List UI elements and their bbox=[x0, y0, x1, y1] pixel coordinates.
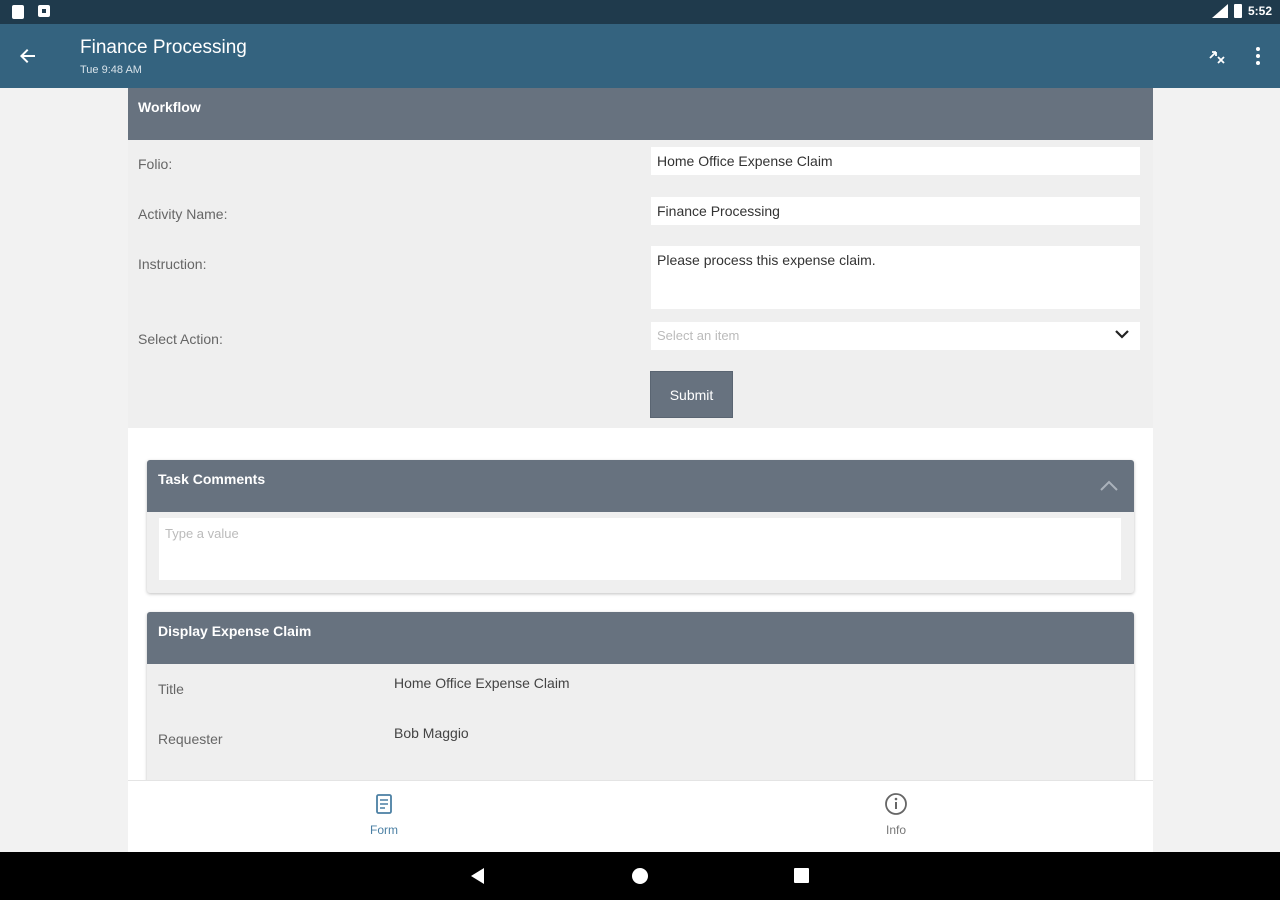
more-vert-icon bbox=[1256, 47, 1260, 65]
submit-button[interactable]: Submit bbox=[650, 371, 733, 418]
form-icon bbox=[376, 794, 392, 814]
form-content[interactable]: Workflow Folio: Home Office Expense Clai… bbox=[128, 88, 1153, 780]
task-comments-header[interactable]: Task Comments bbox=[147, 460, 1134, 512]
nav-label-form: Form bbox=[370, 823, 398, 837]
requester-value: Bob Maggio bbox=[394, 725, 469, 741]
task-comments-title: Task Comments bbox=[158, 471, 266, 487]
select-action-label: Select Action: bbox=[138, 331, 223, 347]
nav-item-info[interactable]: Info bbox=[836, 781, 956, 853]
info-icon bbox=[885, 793, 907, 815]
expense-claim-header: Display Expense Claim bbox=[147, 612, 1134, 664]
task-comments-card: Task Comments Type a value bbox=[147, 460, 1134, 593]
system-home-icon[interactable] bbox=[630, 866, 650, 886]
activity-name-label: Activity Name: bbox=[138, 206, 228, 222]
instruction-label: Instruction: bbox=[138, 256, 207, 272]
workflow-header: Workflow bbox=[128, 88, 1153, 140]
folio-label: Folio: bbox=[138, 156, 173, 172]
notification-icon bbox=[38, 5, 50, 17]
bottom-navigation: Form Info bbox=[128, 780, 1153, 852]
instruction-field[interactable]: Please process this expense claim. bbox=[651, 246, 1140, 309]
expense-claim-title: Display Expense Claim bbox=[158, 623, 312, 639]
more-options-button[interactable] bbox=[1244, 42, 1272, 70]
select-action-dropdown[interactable]: Select an item bbox=[651, 322, 1140, 350]
page-subtitle: Tue 9:48 AM bbox=[80, 64, 142, 76]
workflow-button[interactable] bbox=[1203, 42, 1231, 70]
chevron-up-icon[interactable] bbox=[1098, 476, 1120, 498]
back-arrow-icon bbox=[20, 49, 35, 63]
workflow-panel: Workflow Folio: Home Office Expense Clai… bbox=[128, 88, 1153, 428]
status-bar: 5:52 bbox=[0, 0, 1280, 24]
battery-icon bbox=[1233, 4, 1242, 18]
title-label: Title bbox=[158, 681, 184, 697]
system-back-icon[interactable] bbox=[468, 866, 488, 886]
status-time: 5:52 bbox=[1247, 4, 1272, 18]
back-button[interactable] bbox=[12, 40, 44, 72]
chevron-down-icon bbox=[1115, 330, 1129, 339]
activity-name-field[interactable]: Finance Processing bbox=[651, 197, 1140, 225]
system-navigation-bar bbox=[0, 852, 1280, 900]
title-value: Home Office Expense Claim bbox=[394, 675, 570, 691]
app-bar: Finance Processing Tue 9:48 AM bbox=[0, 24, 1280, 88]
nav-label-info: Info bbox=[885, 823, 906, 837]
requester-label: Requester bbox=[158, 731, 223, 747]
system-recents-icon[interactable] bbox=[792, 866, 812, 886]
expense-claim-card: Display Expense Claim Title Home Office … bbox=[147, 612, 1134, 780]
signal-icon bbox=[1211, 4, 1228, 18]
page-title: Finance Processing bbox=[80, 37, 247, 58]
nav-item-form[interactable]: Form bbox=[324, 781, 444, 853]
workflow-icon bbox=[1209, 51, 1225, 64]
folio-field[interactable]: Home Office Expense Claim bbox=[651, 147, 1140, 175]
task-comments-input[interactable]: Type a value bbox=[159, 518, 1121, 580]
select-action-placeholder: Select an item bbox=[657, 328, 740, 343]
sd-card-icon bbox=[12, 5, 24, 19]
